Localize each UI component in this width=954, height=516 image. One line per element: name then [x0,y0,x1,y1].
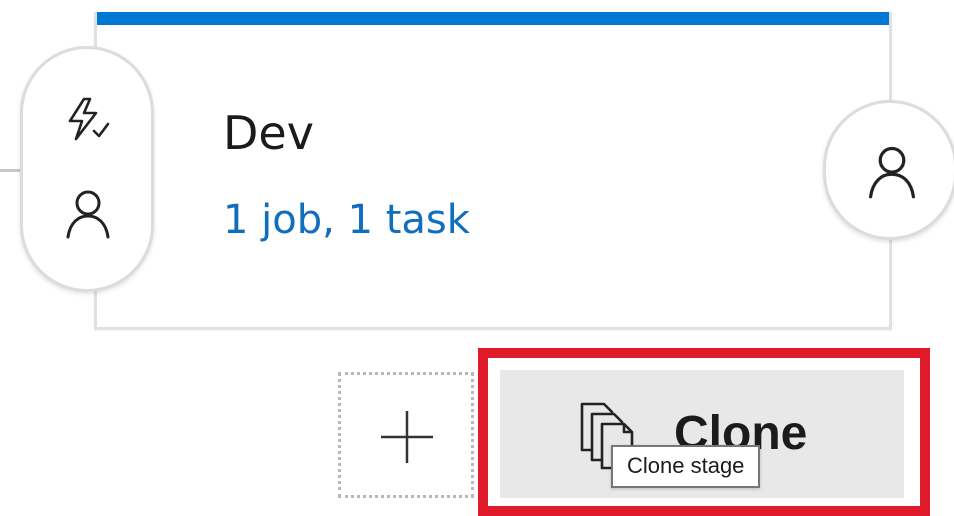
person-icon[interactable] [60,185,116,241]
lightning-check-icon[interactable] [60,91,116,147]
highlight-annotation [478,348,930,516]
pre-deployment-conditions [20,46,154,292]
add-stage-button[interactable] [338,372,474,498]
stage-accent-bar [97,12,889,25]
clone-stage-tooltip: Clone stage [611,445,761,488]
release-pipeline-canvas: Dev 1 job, 1 task Clone Clone stage [0,0,954,516]
stage-card[interactable]: Dev 1 job, 1 task [94,12,892,330]
person-icon [862,141,922,201]
plus-icon [375,405,439,469]
stage-title[interactable]: Dev [223,110,314,156]
post-deployment-approvals-button[interactable] [823,100,954,240]
stage-job-summary-link[interactable]: 1 job, 1 task [223,200,470,240]
